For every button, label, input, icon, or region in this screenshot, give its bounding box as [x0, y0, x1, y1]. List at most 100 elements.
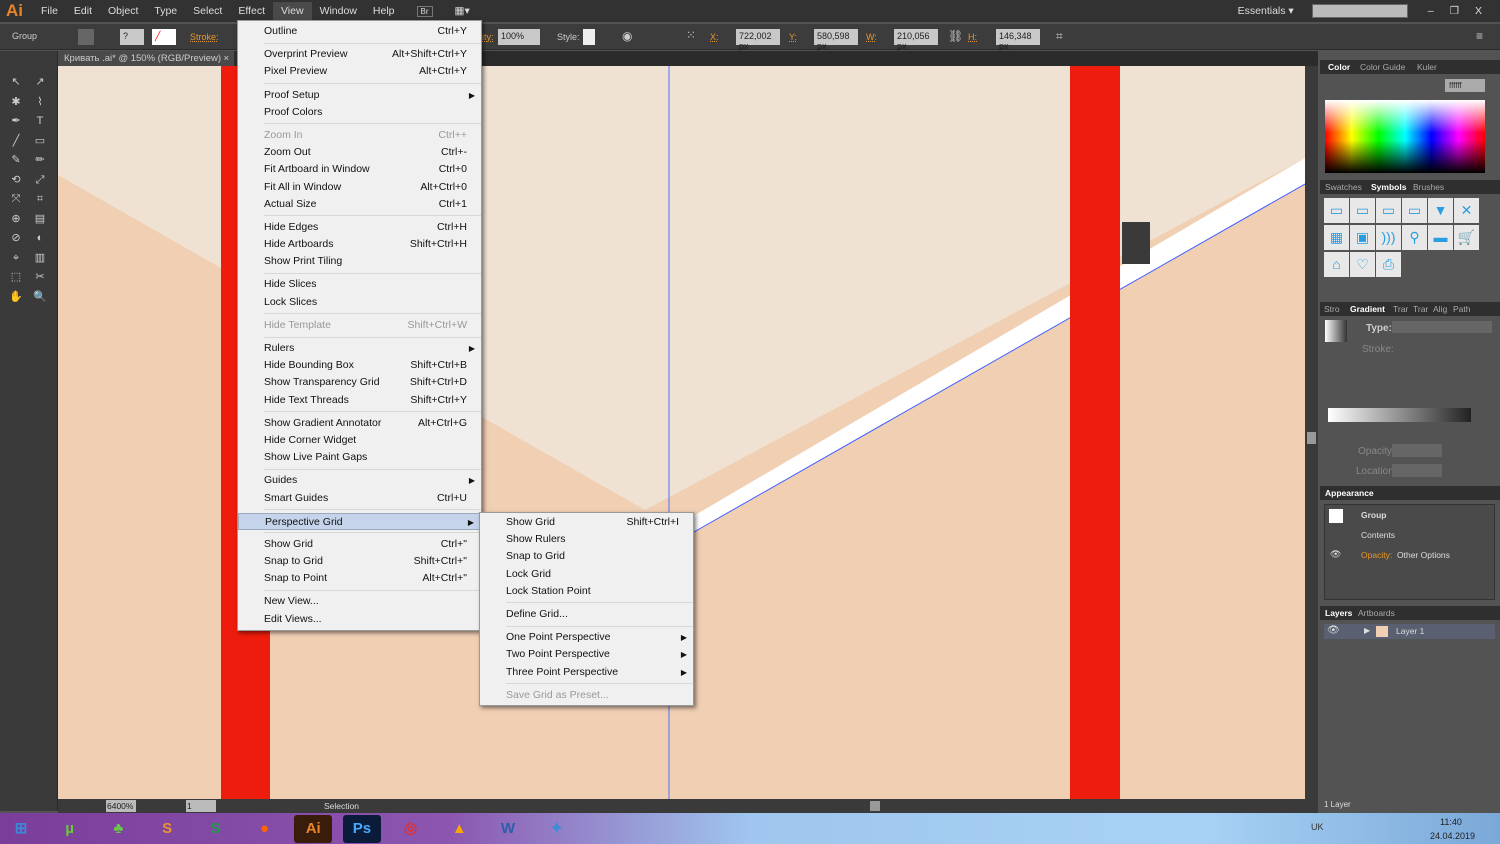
document-tab[interactable]: Кривать .ai* @ 150% (RGB/Preview) × [58, 51, 234, 66]
menu-item-rulers[interactable]: Rulers ▶ [238, 340, 481, 357]
tab-pathfinder[interactable]: Path [1453, 304, 1471, 314]
close-tab-icon[interactable]: × [223, 53, 229, 64]
symbol-button-2-icon[interactable]: ▭ [1350, 198, 1375, 223]
menu-item-fit-all-in-window[interactable]: Fit All in Window Alt+Ctrl+0 [238, 179, 481, 196]
tab-color-guide[interactable]: Color Guide [1360, 62, 1405, 72]
reference-point-icon[interactable]: ⁙ [686, 28, 696, 42]
appearance-contents[interactable]: Contents [1361, 530, 1395, 540]
menu-file[interactable]: File [33, 2, 66, 20]
tool-icon-7[interactable]: ▭ [33, 134, 47, 148]
menu-item-define-grid[interactable]: Define Grid... [480, 606, 693, 623]
transform-icon[interactable]: ⌗ [1056, 29, 1063, 44]
tool-icon-4[interactable]: ✒ [9, 114, 23, 128]
menu-item-zoom-out[interactable]: Zoom Out Ctrl+- [238, 144, 481, 161]
menu-item-lock-grid[interactable]: Lock Grid [480, 566, 693, 583]
stroke-swatch[interactable]: ╱ [152, 29, 176, 45]
opacity-link[interactable]: Opacity: [1361, 550, 1392, 560]
opacity-label[interactable]: ity: [482, 32, 494, 42]
style-swatch[interactable] [583, 29, 595, 45]
tool-icon-20[interactable]: ⬚ [9, 270, 23, 284]
isolate-icon[interactable] [78, 29, 94, 45]
tab-transparency[interactable]: Trar [1393, 304, 1408, 314]
menu-item-smart-guides[interactable]: Smart Guides Ctrl+U [238, 490, 481, 507]
menu-item-hide-artboards[interactable]: Hide Artboards Shift+Ctrl+H [238, 236, 481, 253]
menu-object[interactable]: Object [100, 2, 146, 20]
symbol-film-icon[interactable]: ▣ [1350, 225, 1375, 250]
tool-icon-15[interactable]: ▤ [33, 212, 47, 226]
menu-item-lock-station-point[interactable]: Lock Station Point [480, 583, 693, 600]
taskbar-illustrator-icon[interactable]: Ai [294, 815, 333, 843]
taskbar-clover-icon[interactable]: ♣ [99, 815, 137, 843]
restore-button[interactable]: ❐ [1442, 2, 1467, 20]
menu-help[interactable]: Help [365, 2, 403, 20]
w-field[interactable]: 210,056 px [894, 29, 938, 51]
tab-align[interactable]: Alig [1433, 304, 1447, 314]
hex-field[interactable]: ffffff [1445, 79, 1485, 92]
symbol-search-icon[interactable]: ⚲ [1402, 225, 1427, 250]
arrange-documents-icon[interactable]: ▦▾ [447, 2, 478, 20]
workspace-switcher[interactable]: Essentials ▾ [1230, 2, 1302, 20]
menu-item-zoom-in[interactable]: Zoom In Ctrl++ [238, 127, 481, 144]
type-dropdown[interactable] [1392, 321, 1492, 333]
menu-item-edit-views[interactable]: Edit Views... [238, 611, 481, 628]
symbol-close-icon[interactable]: ✕ [1454, 198, 1479, 223]
symbol-home-icon[interactable]: ⌂ [1324, 252, 1349, 277]
panel-menu-icon[interactable]: ≡ [1476, 29, 1483, 43]
menu-item-outline[interactable]: Outline Ctrl+Y [238, 23, 481, 40]
menu-type[interactable]: Type [146, 2, 185, 20]
symbol-cart-icon[interactable]: 🛒 [1454, 225, 1479, 250]
tool-icon-14[interactable]: ⊕ [9, 212, 23, 226]
symbol-button-3-icon[interactable]: ▭ [1376, 198, 1401, 223]
symbol-button-1-icon[interactable]: ▭ [1324, 198, 1349, 223]
taskbar-word-icon[interactable]: W [489, 815, 527, 843]
color-spectrum[interactable] [1325, 100, 1485, 173]
minimize-button[interactable]: – [1420, 2, 1442, 20]
tool-icon-6[interactable]: ╱ [9, 134, 23, 148]
recolor-icon[interactable]: ◉ [622, 29, 632, 43]
clock-date[interactable]: 24.04.2019 [1430, 831, 1475, 841]
taskbar-aimp-icon[interactable]: ▲ [440, 815, 478, 843]
symbol-calendar-icon[interactable]: ▦ [1324, 225, 1349, 250]
y-field[interactable]: 580,598 px [814, 29, 858, 51]
tool-icon-2[interactable]: ✱ [9, 95, 23, 109]
taskbar-utorrent-icon[interactable]: µ [51, 815, 89, 843]
gradient-slider[interactable] [1328, 408, 1471, 422]
symbol-heart-plus-icon[interactable]: ♡ [1350, 252, 1375, 277]
tool-icon-18[interactable]: ⌖ [9, 251, 23, 265]
taskbar-chrome-icon[interactable]: ◎ [392, 815, 430, 843]
search-input[interactable] [1311, 4, 1408, 18]
menu-item-show-live-paint-gaps[interactable]: Show Live Paint Gaps [238, 449, 481, 466]
menu-item-show-grid[interactable]: Show Grid Ctrl+" [238, 536, 481, 553]
menu-window[interactable]: Window [312, 2, 365, 20]
tab-gradient[interactable]: Gradient [1350, 304, 1385, 314]
x-field[interactable]: 722,002 px [736, 29, 780, 51]
taskbar-sublime-icon[interactable]: S [148, 815, 186, 843]
symbol-rss-icon[interactable]: ))) [1376, 225, 1401, 250]
menu-item-overprint-preview[interactable]: Overprint Preview Alt+Shift+Ctrl+Y [238, 46, 481, 63]
menu-view[interactable]: View [272, 2, 312, 20]
menu-select[interactable]: Select [185, 2, 230, 20]
taskbar-start-icon[interactable]: ⊞ [2, 815, 40, 843]
menu-item-pixel-preview[interactable]: Pixel Preview Alt+Ctrl+Y [238, 63, 481, 80]
tab-color[interactable]: Color [1328, 62, 1350, 72]
opacity-field[interactable]: 100% [498, 29, 540, 45]
tab-transform[interactable]: Trar [1413, 304, 1428, 314]
menu-item-show-gradient-annotator[interactable]: Show Gradient Annotator Alt+Ctrl+G [238, 415, 481, 432]
taskbar-app-icon[interactable]: ✦ [538, 815, 576, 843]
tool-icon-19[interactable]: ▥ [33, 251, 47, 265]
menu-effect[interactable]: Effect [230, 2, 273, 20]
tool-icon-5[interactable]: T [33, 114, 47, 128]
menu-item-save-grid-as-preset[interactable]: Save Grid as Preset... [480, 687, 693, 704]
tab-swatches[interactable]: Swatches [1325, 182, 1362, 192]
layer-eye-icon[interactable]: 👁 [1327, 625, 1340, 636]
clock-time[interactable]: 11:40 [1440, 817, 1462, 827]
menu-item-hide-bounding-box[interactable]: Hide Bounding Box Shift+Ctrl+B [238, 357, 481, 374]
tool-icon-22[interactable]: ✋ [9, 290, 23, 304]
tool-icon-12[interactable]: ⤧ [9, 192, 23, 206]
zoom-field[interactable]: 6400% [106, 800, 136, 812]
tool-icon-0[interactable]: ↖ [9, 75, 23, 89]
menu-item-two-point-perspective[interactable]: Two Point Perspective ▶ [480, 646, 693, 663]
tool-icon-17[interactable]: ◐ [33, 231, 47, 245]
menu-item-fit-artboard-in-window[interactable]: Fit Artboard in Window Ctrl+0 [238, 161, 481, 178]
language-indicator[interactable]: UK [1311, 822, 1324, 832]
